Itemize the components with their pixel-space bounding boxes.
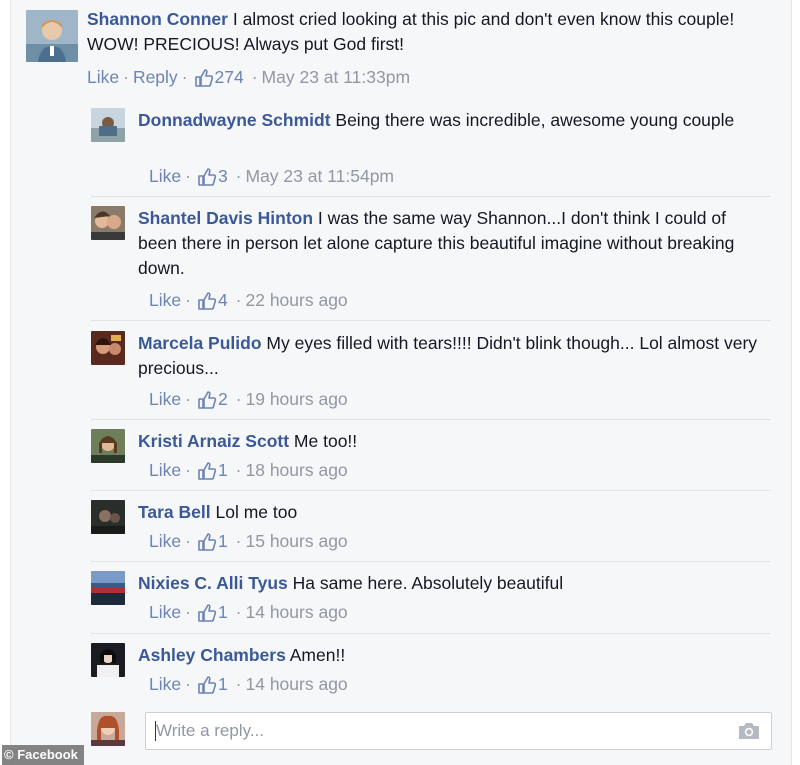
comment-actions: Like · 1 · 14 hours ago xyxy=(149,674,348,695)
thumbs-up-icon xyxy=(197,167,217,187)
avatar-nixies-c-alli-tyus[interactable] xyxy=(91,571,125,605)
reply-comment: Tara Bell Lol me too xyxy=(138,500,758,525)
avatar-tara-bell[interactable] xyxy=(91,500,125,534)
reply-box[interactable] xyxy=(145,712,772,750)
comment-author[interactable]: Shantel Davis Hinton xyxy=(138,208,313,228)
separator-dot: · xyxy=(185,531,191,551)
separator-dot: · xyxy=(235,389,242,409)
like-count[interactable]: 2 xyxy=(218,389,228,410)
comment-author[interactable]: Tara Bell xyxy=(138,502,211,522)
comment-timestamp[interactable]: 18 hours ago xyxy=(246,460,348,481)
avatar-shantel-davis-hinton[interactable] xyxy=(91,206,125,240)
separator-dot: · xyxy=(251,67,258,87)
reply-comment: Donnadwayne Schmidt Being there was incr… xyxy=(138,108,758,133)
separator-dot: · xyxy=(123,67,129,87)
like-link[interactable]: Like xyxy=(149,290,181,311)
comment-author[interactable]: Ashley Chambers xyxy=(138,645,286,665)
like-count[interactable]: 1 xyxy=(218,460,228,481)
separator-dot: · xyxy=(185,602,191,622)
reply-input[interactable] xyxy=(154,718,718,744)
main-comment: Shannon Conner I almost cried looking at… xyxy=(87,7,787,57)
comment-actions: Like · 3 · May 23 at 11:54pm xyxy=(149,166,394,187)
comment-timestamp[interactable]: May 23 at 11:54pm xyxy=(246,166,395,187)
reply-comment: Ashley Chambers Amen!! xyxy=(138,643,758,668)
comment-author[interactable]: Shannon Conner xyxy=(87,9,228,29)
separator-dot: · xyxy=(185,674,191,694)
divider xyxy=(91,196,771,197)
thumbs-up-icon xyxy=(197,675,217,695)
avatar-ashley-chambers[interactable] xyxy=(91,643,125,677)
comment-timestamp[interactable]: 22 hours ago xyxy=(246,290,348,311)
comment-timestamp[interactable]: 14 hours ago xyxy=(246,674,348,695)
comment-actions: Like · 1 · 14 hours ago xyxy=(149,602,348,623)
divider xyxy=(91,633,771,634)
separator-dot: · xyxy=(185,460,191,480)
reply-comment: Nixies C. Alli Tyus Ha same here. Absolu… xyxy=(138,571,758,596)
avatar-shannon-conner[interactable] xyxy=(26,10,78,62)
like-link[interactable]: Like xyxy=(149,531,181,552)
divider xyxy=(91,490,771,491)
comment-timestamp[interactable]: 19 hours ago xyxy=(246,389,348,410)
comment-timestamp[interactable]: 15 hours ago xyxy=(246,531,348,552)
like-count[interactable]: 1 xyxy=(218,602,228,623)
separator-dot: · xyxy=(185,389,191,409)
divider xyxy=(91,320,771,321)
separator-dot: · xyxy=(235,602,242,622)
avatar-donnadwayne-schmidt[interactable] xyxy=(91,108,125,142)
avatar-current-user[interactable] xyxy=(91,712,125,746)
comment-timestamp[interactable]: 14 hours ago xyxy=(246,602,348,623)
like-link[interactable]: Like xyxy=(149,602,181,623)
like-link[interactable]: Like xyxy=(149,166,181,187)
comment-author[interactable]: Kristi Arnaiz Scott xyxy=(138,431,289,451)
separator-dot: · xyxy=(185,290,191,310)
divider xyxy=(91,419,771,420)
comment-author[interactable]: Marcela Pulido xyxy=(138,333,262,353)
separator-dot: · xyxy=(235,166,242,186)
thumbs-up-icon xyxy=(194,68,214,88)
divider xyxy=(91,561,771,562)
comment-thread: Shannon Conner I almost cried looking at… xyxy=(10,0,792,765)
like-count[interactable]: 1 xyxy=(218,674,228,695)
comment-body: Amen!! xyxy=(289,645,346,665)
comment-actions: Like · Reply · 274 · May 23 at 11:33pm xyxy=(87,67,410,88)
like-count[interactable]: 274 xyxy=(215,67,244,88)
separator-dot: · xyxy=(235,290,242,310)
separator-dot: · xyxy=(181,67,188,87)
reply-comment: Shantel Davis Hinton I was the same way … xyxy=(138,206,758,281)
separator-dot: · xyxy=(235,460,242,480)
comment-actions: Like · 1 · 15 hours ago xyxy=(149,531,348,552)
comment-author[interactable]: Donnadwayne Schmidt xyxy=(138,110,331,130)
like-count[interactable]: 1 xyxy=(218,531,228,552)
comment-timestamp[interactable]: May 23 at 11:33pm xyxy=(262,67,411,88)
comment-actions: Like · 2 · 19 hours ago xyxy=(149,389,348,410)
reply-link[interactable]: Reply xyxy=(133,67,178,88)
comment-actions: Like · 1 · 18 hours ago xyxy=(149,460,348,481)
comment-body: Being there was incredible, awesome youn… xyxy=(335,110,735,130)
separator-dot: · xyxy=(185,166,191,186)
thumbs-up-icon xyxy=(197,461,217,481)
like-link[interactable]: Like xyxy=(149,674,181,695)
image-credit: © Facebook xyxy=(2,745,84,765)
camera-icon[interactable] xyxy=(737,721,761,746)
like-link[interactable]: Like xyxy=(149,389,181,410)
reply-comment: Kristi Arnaiz Scott Me too!! xyxy=(138,429,758,454)
comment-body: Lol me too xyxy=(215,502,298,522)
thumbs-up-icon xyxy=(197,603,217,623)
like-link[interactable]: Like xyxy=(87,67,119,88)
comment-body: Me too!! xyxy=(293,431,358,451)
like-count[interactable]: 4 xyxy=(218,290,228,311)
comment-actions: Like · 4 · 22 hours ago xyxy=(149,290,348,311)
thumbs-up-icon xyxy=(197,291,217,311)
separator-dot: · xyxy=(235,674,242,694)
like-count[interactable]: 3 xyxy=(218,166,228,187)
thumbs-up-icon xyxy=(197,532,217,552)
reply-comment: Marcela Pulido My eyes filled with tears… xyxy=(138,331,758,381)
separator-dot: · xyxy=(235,531,242,551)
comment-author[interactable]: Nixies C. Alli Tyus xyxy=(138,573,288,593)
thumbs-up-icon xyxy=(197,390,217,410)
avatar-marcela-pulido[interactable] xyxy=(91,331,125,365)
avatar-kristi-arnaiz-scott[interactable] xyxy=(91,429,125,463)
comment-body: Ha same here. Absolutely beautiful xyxy=(292,573,564,593)
like-link[interactable]: Like xyxy=(149,460,181,481)
